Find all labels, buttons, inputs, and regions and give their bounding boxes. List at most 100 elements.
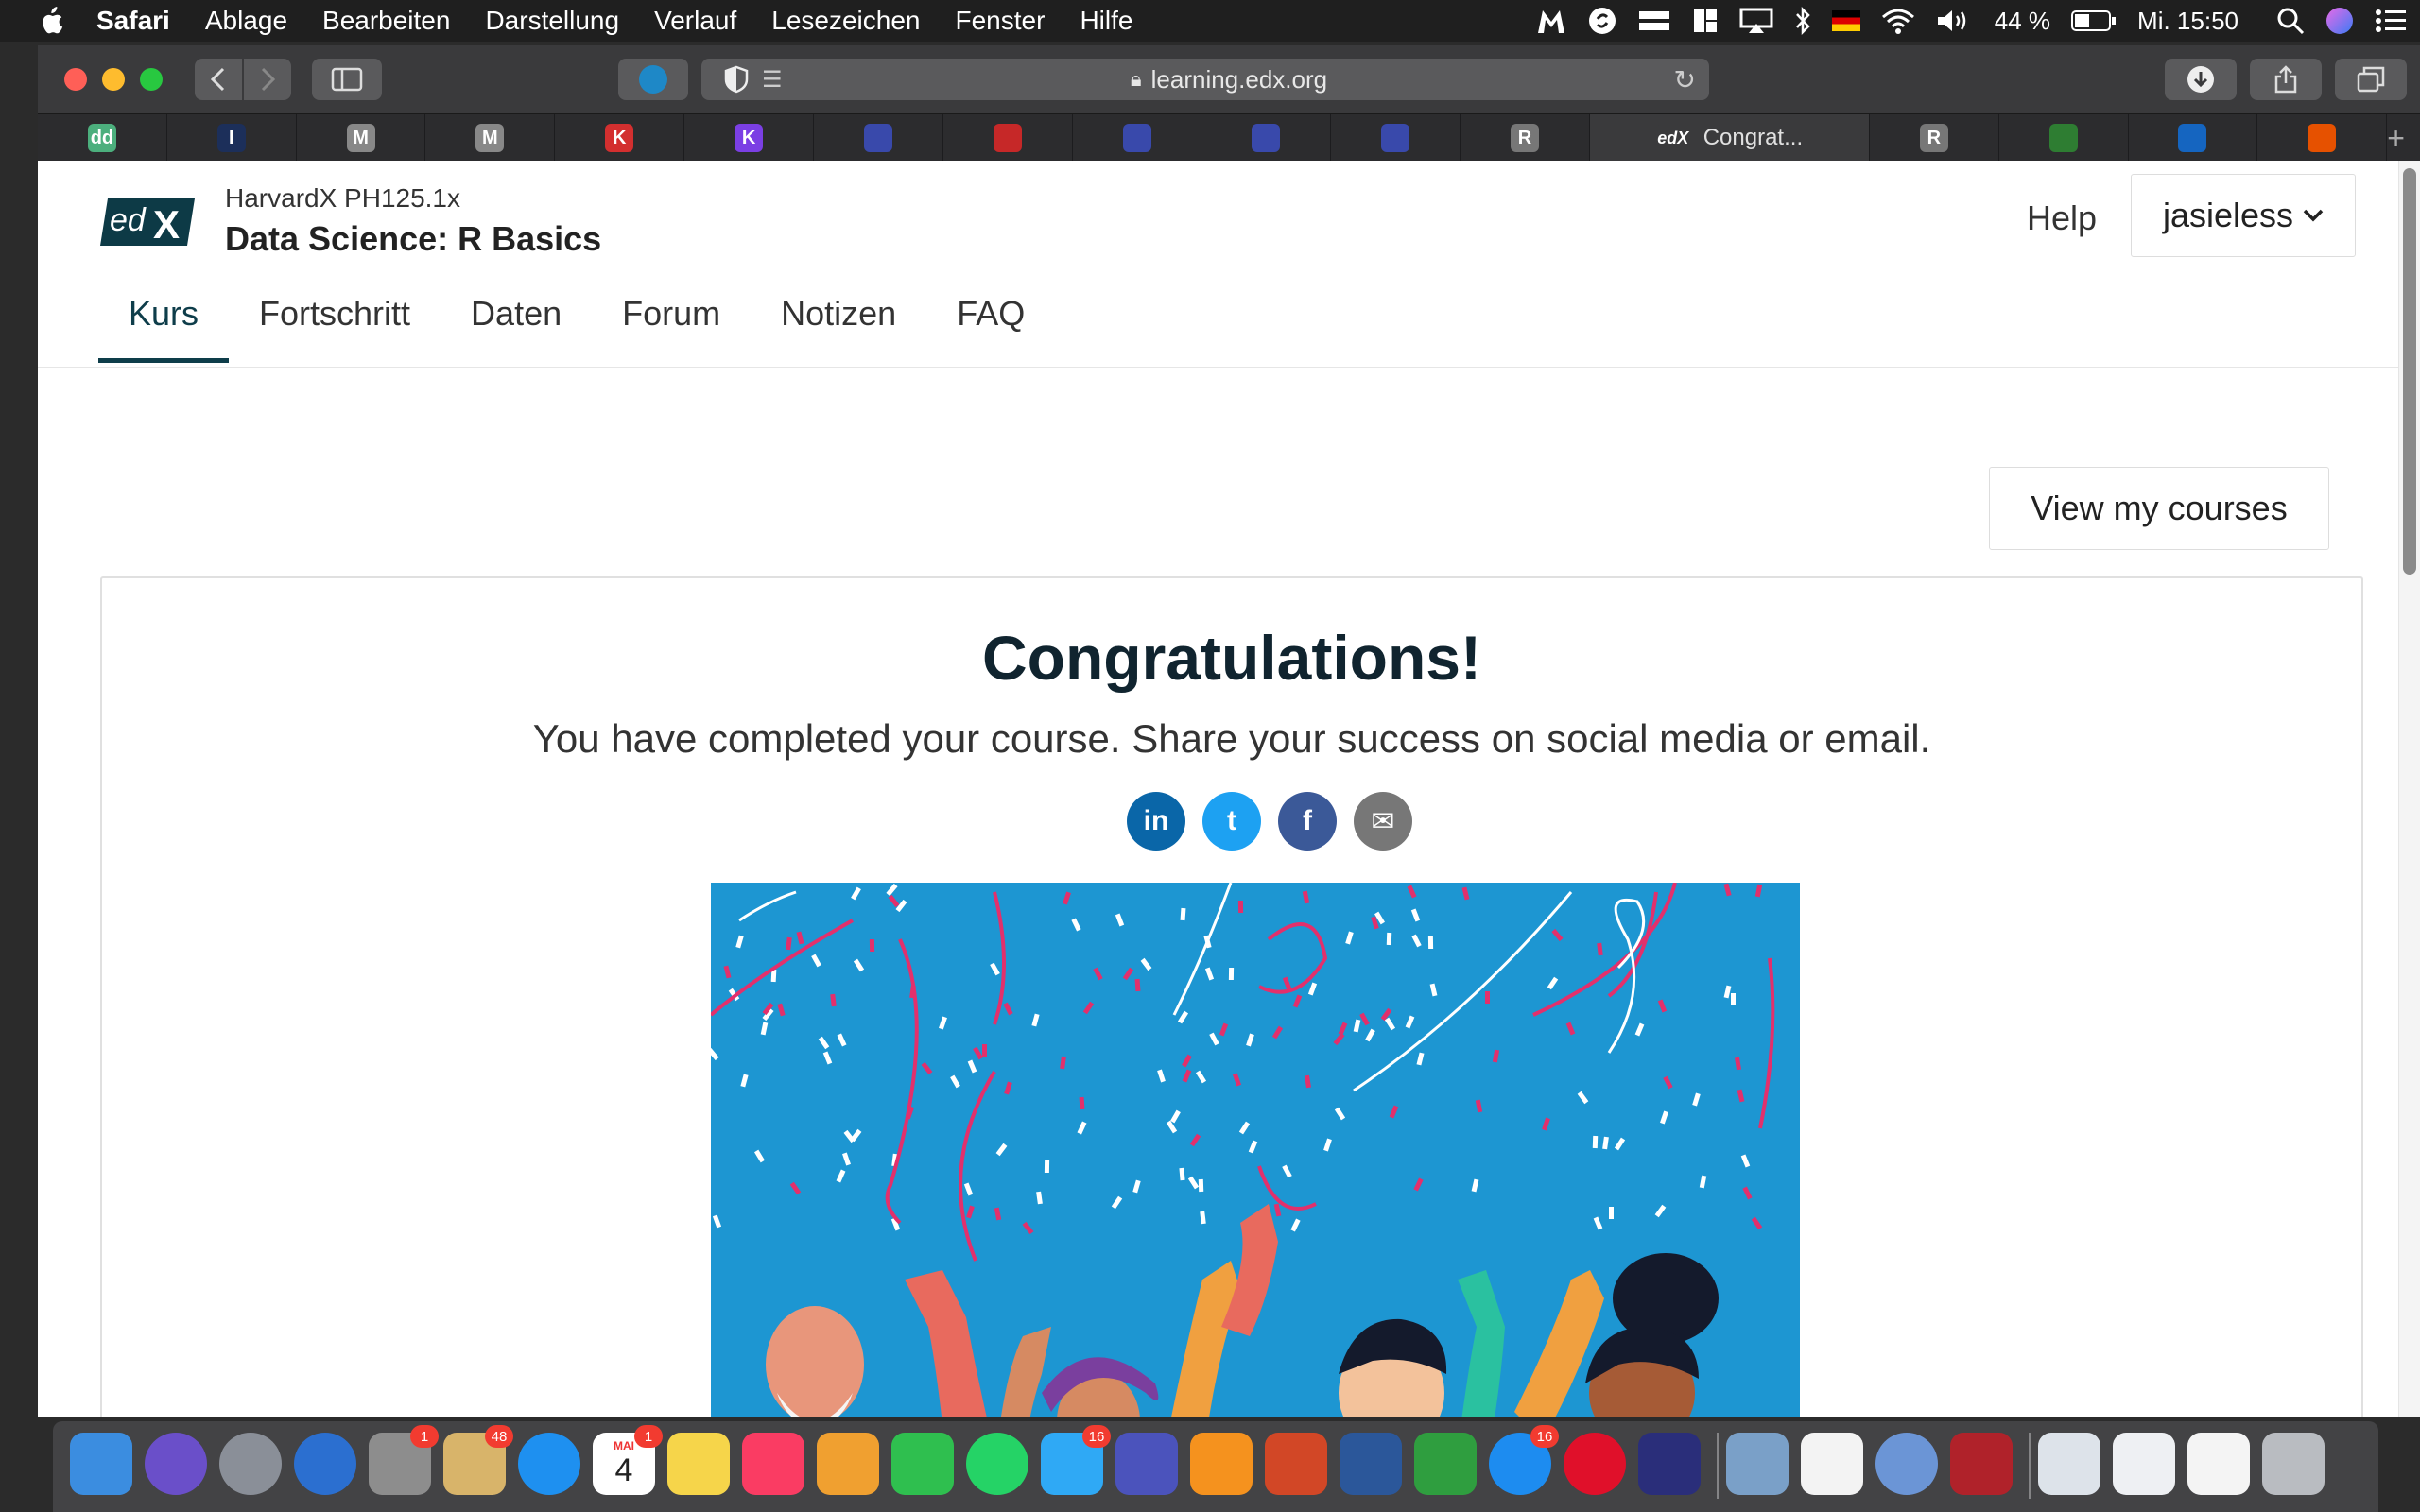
browser-tab[interactable]: M (425, 114, 556, 162)
view-my-courses-button[interactable]: View my courses (1989, 467, 2329, 550)
menu-fenster[interactable]: Fenster (956, 6, 1046, 36)
messages-icon[interactable]: 16 (1041, 1425, 1111, 1495)
calendar-icon[interactable]: MAI 4 1 (593, 1425, 663, 1495)
clock[interactable]: Mi. 15:50 (2137, 7, 2238, 36)
reader-view-icon[interactable]: ☰ (762, 66, 792, 93)
minimized-window-2-icon[interactable] (2113, 1433, 2175, 1495)
menu-app-safari[interactable]: Safari (96, 6, 170, 36)
app-store-icon[interactable]: 16 (1489, 1425, 1559, 1495)
battery-percent[interactable]: 44 % (1995, 7, 2050, 36)
browser-tab[interactable] (1201, 114, 1332, 162)
back-button[interactable] (195, 59, 242, 100)
textedit-icon[interactable] (1801, 1433, 1863, 1495)
preview-icon[interactable] (1726, 1433, 1789, 1495)
browser-tab[interactable]: M (297, 114, 426, 162)
adblock-extension-button[interactable] (618, 59, 688, 100)
browser-tab[interactable] (2129, 114, 2258, 162)
r-app-icon[interactable] (1876, 1433, 1938, 1495)
siri-icon[interactable] (2325, 7, 2354, 35)
minimized-window-3-icon[interactable] (2187, 1433, 2250, 1495)
trash-icon[interactable] (2262, 1433, 2325, 1495)
safari-app-icon[interactable] (518, 1433, 580, 1495)
menu-bearbeiten[interactable]: Bearbeiten (322, 6, 450, 36)
page-scrollbar[interactable] (2398, 161, 2420, 1418)
menu-lesezeichen[interactable]: Lesezeichen (771, 6, 920, 36)
notification-center-icon[interactable] (2375, 8, 2407, 34)
quicktime-icon[interactable] (294, 1433, 356, 1495)
launchpad-icon[interactable] (219, 1433, 282, 1495)
malwarebytes-icon[interactable] (1535, 7, 1567, 35)
share-button[interactable] (2250, 59, 2322, 100)
twitter-share-button[interactable]: t (1202, 792, 1261, 850)
forward-button[interactable] (244, 59, 291, 100)
user-menu-button[interactable]: jasieless (2131, 174, 2356, 257)
siri-app-icon[interactable] (145, 1433, 207, 1495)
edx-logo[interactable]: ed X (100, 195, 195, 249)
browser-tab[interactable]: R (1870, 114, 1999, 162)
notes-icon[interactable] (667, 1433, 730, 1495)
whatsapp-icon[interactable] (966, 1433, 1028, 1495)
word-icon[interactable] (1340, 1433, 1402, 1495)
photos-icon[interactable] (817, 1433, 879, 1495)
facebook-share-button[interactable]: f (1278, 792, 1337, 850)
new-tab-button[interactable]: + (2387, 114, 2420, 162)
mail-app-icon[interactable]: 48 (443, 1425, 513, 1495)
browser-tab[interactable] (2257, 114, 2388, 162)
wifi-icon[interactable] (1881, 8, 1915, 34)
books-icon[interactable] (1190, 1433, 1253, 1495)
browser-tab[interactable] (1999, 114, 2129, 162)
browser-tab[interactable] (1073, 114, 1202, 162)
browser-tab[interactable]: K (684, 114, 814, 162)
tab-overview-button[interactable] (2335, 59, 2407, 100)
tab-kurs[interactable]: Kurs (98, 295, 230, 363)
spotlight-icon[interactable] (2276, 7, 2305, 35)
tab-fortschritt[interactable]: Fortschritt (229, 295, 441, 363)
menu-ablage[interactable]: Ablage (205, 6, 287, 36)
shazam-icon[interactable] (1588, 7, 1616, 35)
linkedin-share-button[interactable]: in (1127, 792, 1185, 850)
sidebar-toggle-button[interactable] (312, 59, 382, 100)
minimized-window-1-icon[interactable] (2038, 1433, 2100, 1495)
tab-notizen[interactable]: Notizen (751, 295, 926, 363)
input-source-flag-icon[interactable] (1831, 10, 1860, 31)
facetime-icon[interactable] (891, 1433, 954, 1495)
bluetooth-icon[interactable] (1794, 7, 1811, 35)
address-bar[interactable]: ☰ 🔒︎ learning.edx.org ↻ (749, 59, 1709, 100)
volume-icon[interactable] (1936, 8, 1974, 34)
finder-icon[interactable] (70, 1433, 132, 1495)
menu-darstellung[interactable]: Darstellung (485, 6, 619, 36)
music-icon[interactable] (742, 1433, 804, 1495)
downloads-button[interactable] (2165, 59, 2237, 100)
night-owl-icon[interactable] (1638, 1433, 1701, 1495)
reload-icon[interactable]: ↻ (1674, 64, 1696, 95)
airplay-icon[interactable] (1739, 8, 1773, 34)
browser-tab[interactable]: dd (38, 114, 167, 162)
browser-tab[interactable]: edX Congrat... (1589, 114, 1870, 162)
cleaner-icon[interactable] (1414, 1433, 1477, 1495)
email-share-button[interactable]: ✉ (1354, 792, 1412, 850)
close-window-button[interactable] (64, 68, 87, 91)
tab-faq[interactable]: FAQ (926, 295, 1055, 363)
browser-tab[interactable]: K (555, 114, 685, 162)
battery-icon[interactable] (2071, 9, 2117, 33)
apple-icon[interactable] (38, 7, 64, 35)
tab-daten[interactable]: Daten (441, 295, 592, 363)
photo-booth-icon[interactable] (1950, 1433, 2013, 1495)
zoom-window-button[interactable] (140, 68, 163, 91)
minimize-window-button[interactable] (102, 68, 125, 91)
window-layout-icon[interactable] (1692, 8, 1719, 34)
opera-icon[interactable] (1564, 1433, 1626, 1495)
powerpoint-icon[interactable] (1265, 1433, 1327, 1495)
tab-forum[interactable]: Forum (592, 295, 751, 363)
system-preferences-icon[interactable]: 1 (369, 1425, 439, 1495)
help-link[interactable]: Help (2027, 198, 2097, 238)
scrollbar-thumb[interactable] (2403, 168, 2416, 575)
browser-tab[interactable]: R (1461, 114, 1590, 162)
browser-tab[interactable] (1331, 114, 1461, 162)
menu-hilfe[interactable]: Hilfe (1080, 6, 1132, 36)
menu-verlauf[interactable]: Verlauf (654, 6, 736, 36)
drive-icon[interactable] (1637, 8, 1671, 34)
browser-tab[interactable]: I (167, 114, 297, 162)
browser-tab[interactable] (943, 114, 1073, 162)
teams-icon[interactable] (1115, 1433, 1178, 1495)
